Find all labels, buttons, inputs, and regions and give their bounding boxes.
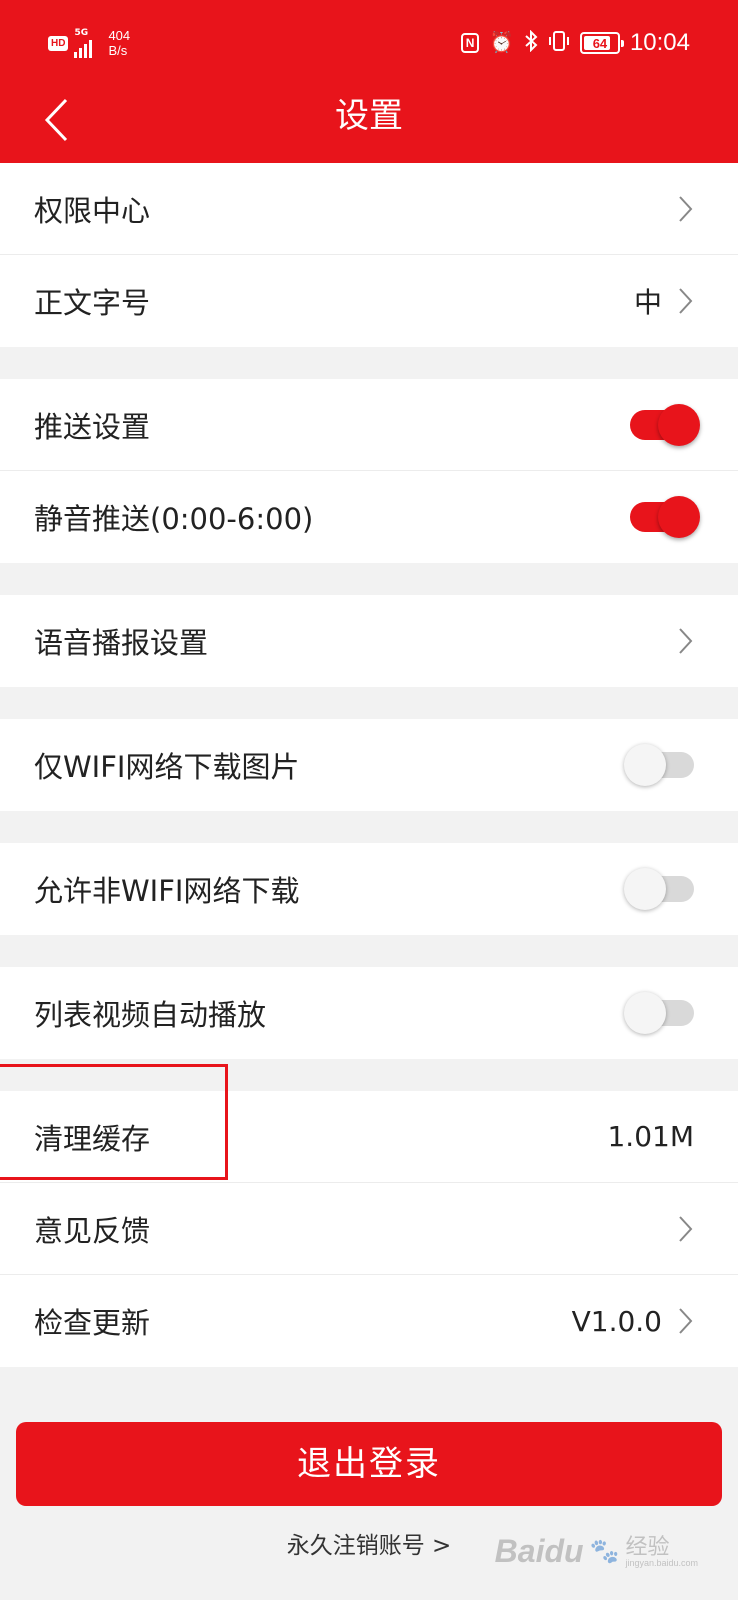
wifi-only-images-row: 仅WIFI网络下载图片 [0,719,738,811]
settings-group-non-wifi: 允许非WIFI网络下载 [0,843,738,935]
wifi-only-images-label: 仅WIFI网络下载图片 [34,750,300,784]
watermark-url: jingyan.baidu.com [625,1557,698,1568]
settings-group-video: 列表视频自动播放 [0,967,738,1059]
font-size-row[interactable]: 正文字号 中 [0,255,738,347]
wifi-only-images-toggle[interactable] [624,744,694,786]
paw-icon: 🐾 [589,1538,620,1565]
autoplay-video-toggle[interactable] [624,992,694,1034]
cache-size-value: 1.01M [607,1120,694,1153]
net-speed-value: 404 [108,28,131,43]
status-bar-right: N ⏰ 64 10:04 [461,28,690,58]
chevron-left-icon [44,98,68,142]
push-settings-toggle[interactable] [630,403,700,446]
chevron-right-icon [678,1307,694,1335]
silent-push-toggle[interactable] [630,496,700,538]
font-size-label: 正文字号 [34,286,151,320]
chevron-right-icon [678,627,694,655]
silent-push-row: 静音推送(0:00-6:00) [0,471,738,563]
autoplay-video-label: 列表视频自动播放 [34,998,267,1032]
chevron-right-icon [678,287,694,315]
page-title: 设置 [335,96,403,136]
silent-push-label: 静音推送(0:00-6:00) [34,502,314,536]
check-update-label: 检查更新 [34,1306,151,1340]
watermark-text: 经验 [625,1533,670,1559]
chevron-right-icon [678,195,694,223]
vibrate-icon [548,30,570,56]
hd-badge: HD [48,35,69,51]
watermark-logo: Baidu [494,1533,584,1569]
permission-center-row[interactable]: 权限中心 [0,163,738,255]
font-size-value: 中 [633,286,662,319]
network-type-label: 5G [74,27,89,38]
battery-level: 64 [592,35,608,51]
status-bar-left: HD 5G 404 B/s [48,26,130,60]
status-bar: HD 5G 404 B/s N ⏰ 64 10:04 [0,0,738,86]
net-speed: 404 B/s [108,28,130,58]
feedback-row[interactable]: 意见反馈 [0,1183,738,1275]
battery-icon: 64 [579,32,624,54]
permission-center-label: 权限中心 [34,193,151,228]
back-button[interactable] [26,90,86,150]
settings-group-push: 推送设置 静音推送(0:00-6:00) [0,379,738,563]
feedback-label: 意见反馈 [34,1213,151,1248]
check-update-row[interactable]: 检查更新 V1.0.0 [0,1275,738,1367]
voice-broadcast-label: 语音播报设置 [34,626,209,660]
settings-group-general: 权限中心 正文字号 中 [0,163,738,347]
clear-cache-label: 清理缓存 [34,1121,151,1156]
allow-non-wifi-row: 允许非WIFI网络下载 [0,843,738,935]
settings-list: 权限中心 正文字号 中 推送设置 静音推送(0:00-6:00) 语音播报设置 … [0,163,738,1367]
allow-non-wifi-label: 允许非WIFI网络下载 [34,874,300,908]
signal-icon: 5G [74,27,93,58]
voice-broadcast-row[interactable]: 语音播报设置 [0,595,738,687]
net-speed-unit: B/s [108,43,128,58]
clear-cache-row[interactable]: 清理缓存 1.01M [0,1064,738,1183]
version-value: V1.0.0 [571,1304,662,1338]
baidu-watermark: Baidu 🐾 经验 jingyan.baidu.com [495,1533,698,1570]
autoplay-video-row: 列表视频自动播放 [0,967,738,1059]
alarm-icon: ⏰ [489,32,514,54]
settings-group-misc: 清理缓存 1.01M 意见反馈 检查更新 V1.0.0 [0,1064,738,1367]
bluetooth-icon [524,29,538,56]
top-bar: HD 5G 404 B/s N ⏰ 64 10:04 设置 [0,0,738,163]
nav-bar: 设置 [0,86,738,163]
push-settings-label: 推送设置 [34,409,151,444]
clock: 10:04 [629,29,690,56]
settings-group-wifi-images: 仅WIFI网络下载图片 [0,719,738,811]
allow-non-wifi-toggle[interactable] [624,868,694,910]
logout-button[interactable]: 退出登录 [16,1422,722,1506]
push-settings-row: 推送设置 [0,379,738,471]
nfc-icon: N [461,33,480,53]
chevron-right-icon [678,1215,694,1243]
settings-group-voice: 语音播报设置 [0,595,738,687]
